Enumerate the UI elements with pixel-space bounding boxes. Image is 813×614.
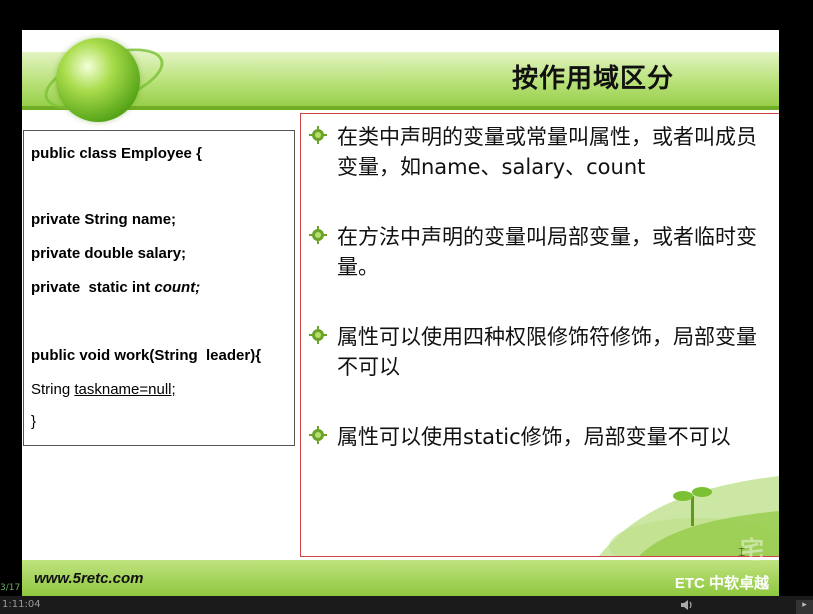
gear-bullet-icon bbox=[309, 326, 327, 344]
slide: 按作用域区分 public class Employee { private S… bbox=[22, 30, 779, 596]
gear-bullet-icon bbox=[309, 426, 327, 444]
bullet-text: 在方法中声明的变量叫局部变量，或者临时变量。 bbox=[337, 225, 757, 279]
gear-bullet-icon bbox=[309, 126, 327, 144]
notes-box: 在类中声明的变量或常量叫属性，或者叫成员变量，如name、salary、coun… bbox=[300, 113, 779, 557]
code-line: public void work(String leader){ bbox=[31, 347, 262, 364]
progress-label: 3/17 bbox=[0, 583, 21, 593]
code-line: String taskname=null; bbox=[31, 381, 176, 398]
brand-logo-text: ETC 中软卓越 bbox=[674, 575, 769, 592]
time-readout: 1:11:04 bbox=[2, 599, 41, 610]
gear-bullet-icon bbox=[309, 226, 327, 244]
site-url: www.5retc.com bbox=[34, 570, 144, 587]
bullet-text: 属性可以使用四种权限修饰符修饰，局部变量不可以 bbox=[337, 325, 757, 379]
cursor-icon: ⌶ bbox=[738, 545, 746, 559]
title-stripe bbox=[22, 106, 779, 110]
code-line: public class Employee { bbox=[31, 145, 202, 162]
code-fragment: private static int bbox=[31, 279, 155, 296]
code-line: private static int count; bbox=[31, 279, 200, 296]
side-tab[interactable]: ▸ bbox=[796, 600, 813, 614]
code-line: private double salary; bbox=[31, 245, 187, 262]
code-box: public class Employee { private String n… bbox=[23, 130, 295, 446]
code-line: } bbox=[31, 413, 37, 430]
slide-title: 按作用域区分 bbox=[511, 64, 674, 94]
volume-icon[interactable] bbox=[680, 598, 694, 612]
bullet-text: 在类中声明的变量或常量叫属性，或者叫成员变量，如name、salary、coun… bbox=[337, 125, 757, 179]
code-italic-fragment: count; bbox=[154, 279, 201, 296]
code-underlined-fragment: taskname=null; bbox=[74, 381, 176, 398]
code-line: private String name; bbox=[31, 211, 177, 228]
globe-logo-icon bbox=[56, 38, 140, 122]
player-bar[interactable]: 1:11:04 bbox=[0, 596, 813, 614]
code-fragment: String bbox=[31, 381, 75, 398]
